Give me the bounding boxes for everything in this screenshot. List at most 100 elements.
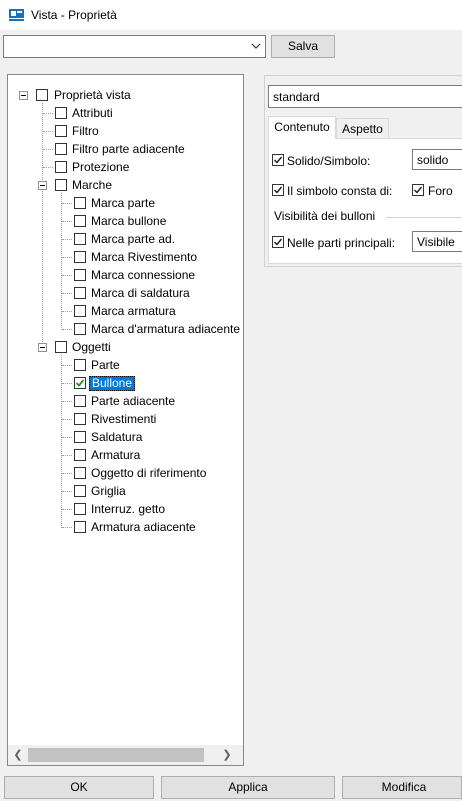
tree-connector: [43, 131, 53, 132]
checkmark-icon: [274, 238, 283, 246]
tree-connector: [42, 103, 43, 352]
tree-connector: [62, 527, 72, 528]
tree-item-label: Armatura: [91, 448, 141, 462]
tree-item-label: Proprietà vista: [54, 88, 131, 102]
checkbox[interactable]: [74, 251, 86, 263]
tree-item-label: Marca parte: [91, 196, 156, 210]
checkbox[interactable]: [74, 269, 86, 281]
checkbox[interactable]: [74, 287, 86, 299]
save-button[interactable]: Salva: [271, 35, 335, 58]
tree-item-label: Marche: [72, 178, 113, 192]
checkbox[interactable]: [74, 377, 86, 389]
checkbox[interactable]: [74, 305, 86, 317]
checkbox[interactable]: [74, 449, 86, 461]
tree-item-label: Marca armatura: [91, 304, 176, 318]
tree-connector: [62, 257, 72, 258]
checkbox[interactable]: [412, 184, 424, 196]
tree-item-label: Oggetti: [72, 340, 111, 354]
tree-connector: [62, 239, 72, 240]
checkbox[interactable]: [55, 125, 67, 137]
checkbox[interactable]: [272, 154, 284, 166]
tree-item-label: Marca d'armatura adiacente: [91, 322, 241, 336]
tree-item-label: Interruz. getto: [91, 502, 166, 516]
tree-item-label: Attributi: [72, 106, 113, 120]
checkbox[interactable]: [74, 197, 86, 209]
checkbox[interactable]: [74, 503, 86, 515]
tree-item-label: Marca bullone: [91, 214, 167, 228]
tree-item-label: Bullone: [89, 376, 136, 391]
checkbox[interactable]: [74, 233, 86, 245]
tree-connector: [62, 293, 72, 294]
solid-symbol-label: Solido/Simbolo:: [287, 154, 371, 168]
view-properties-tree[interactable]: Proprietà vista Attributi Filtro Filtro …: [7, 74, 244, 766]
view-properties-icon: [9, 9, 24, 21]
checkmark-icon: [75, 379, 85, 387]
tree-connector: [43, 113, 53, 114]
chevron-left-icon[interactable]: ❮: [11, 748, 25, 762]
tab-content[interactable]: Contenuto: [268, 116, 336, 139]
main-parts-label: Nelle parti principali:: [287, 236, 396, 250]
tree-connector: [62, 401, 72, 402]
checkbox[interactable]: [272, 184, 284, 196]
tree-connector: [62, 221, 72, 222]
tree-connector: [62, 311, 72, 312]
tree-connector: [62, 455, 72, 456]
checkbox[interactable]: [74, 413, 86, 425]
checkbox[interactable]: [74, 467, 86, 479]
tree-connector: [62, 383, 72, 384]
tree-connector: [62, 329, 72, 330]
tree-connector: [62, 473, 72, 474]
apply-button[interactable]: Applica: [161, 776, 335, 799]
tree-horizontal-scrollbar[interactable]: ❮ ❯: [8, 745, 243, 765]
checkbox[interactable]: [55, 143, 67, 155]
tree-item-label: Saldatura: [91, 430, 143, 444]
checkbox[interactable]: [74, 359, 86, 371]
tree-item-label: Marca di saldatura: [91, 286, 190, 300]
properties-panel: standard Contenuto Aspetto Solido/Simbol…: [264, 75, 462, 267]
preset-select[interactable]: [3, 35, 266, 58]
tab-appearance[interactable]: Aspetto: [336, 118, 389, 139]
hole-label: Foro: [428, 184, 453, 198]
bolt-visibility-group-label: Visibilità dei bulloni: [274, 209, 376, 223]
checkbox[interactable]: [74, 485, 86, 497]
scrollbar-thumb[interactable]: [28, 748, 204, 762]
tree-item-label: Parte adiacente: [91, 394, 176, 408]
tree-item-label: Filtro: [72, 124, 99, 138]
checkbox[interactable]: [74, 215, 86, 227]
tree-item-label: Marca connessione: [91, 268, 196, 282]
preset-name-field[interactable]: standard: [268, 85, 462, 108]
main-parts-visibility-select[interactable]: Visibile: [412, 231, 462, 252]
tree-connector: [62, 419, 72, 420]
checkbox[interactable]: [74, 521, 86, 533]
tree-connector: [62, 275, 72, 276]
tree-item-label: Filtro parte adiacente: [72, 142, 185, 156]
tree-connector: [62, 203, 72, 204]
checkbox[interactable]: [74, 431, 86, 443]
checkbox[interactable]: [55, 341, 67, 353]
title-bar: Vista - Proprietà: [0, 0, 462, 30]
checkbox[interactable]: [74, 395, 86, 407]
checkbox[interactable]: [55, 161, 67, 173]
tree-connector: [62, 491, 72, 492]
checkbox[interactable]: [74, 323, 86, 335]
checkbox[interactable]: [55, 179, 67, 191]
tree-item-label: Oggetto di riferimento: [91, 466, 207, 480]
collapse-toggle[interactable]: [19, 91, 28, 100]
solid-symbol-select[interactable]: solido: [412, 149, 462, 170]
chevron-right-icon[interactable]: ❯: [220, 748, 234, 762]
tree-item-label: Marca parte ad.: [91, 232, 176, 246]
tree-item-label: Griglia: [91, 484, 126, 498]
tree-item-label: Rivestimenti: [91, 412, 157, 426]
tree-item-label: Protezione: [72, 160, 130, 174]
checkbox[interactable]: [272, 236, 284, 248]
tree-connector: [62, 365, 72, 366]
symbol-contains-label: Il simbolo consta di:: [287, 184, 393, 198]
checkbox[interactable]: [55, 107, 67, 119]
tree-connector: [61, 193, 62, 330]
collapse-toggle[interactable]: [38, 181, 47, 190]
checkbox[interactable]: [36, 89, 48, 101]
collapse-toggle[interactable]: [38, 343, 47, 352]
ok-button[interactable]: OK: [4, 776, 154, 799]
modify-button[interactable]: Modifica: [342, 776, 462, 799]
group-divider: [386, 217, 462, 218]
